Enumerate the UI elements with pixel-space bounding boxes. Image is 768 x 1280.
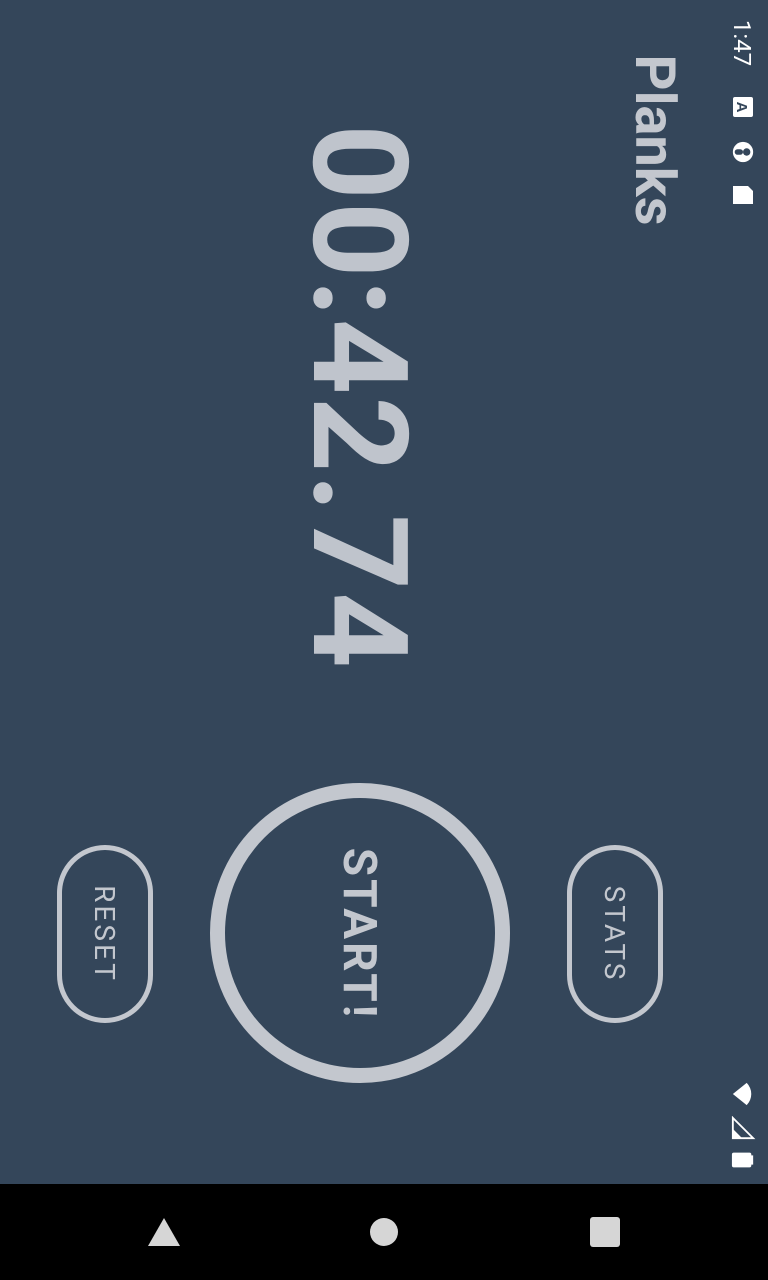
battery-icon	[731, 1148, 755, 1172]
podcast-icon	[731, 140, 755, 164]
timer-display: 00:42.74	[281, 124, 435, 670]
sd-card-icon	[731, 183, 755, 207]
signal-icon	[731, 1116, 756, 1140]
navigation-bar	[0, 1184, 768, 1280]
back-button[interactable]	[116, 1184, 212, 1280]
home-button[interactable]	[336, 1184, 432, 1280]
reset-button-label[interactable]: RESET	[88, 869, 122, 999]
home-circle-icon	[370, 1218, 398, 1246]
start-button-label[interactable]: START!	[332, 834, 386, 1034]
wifi-icon	[731, 1082, 755, 1106]
svg-text:A: A	[733, 102, 750, 113]
recents-square-icon	[590, 1217, 620, 1247]
back-triangle-icon	[148, 1218, 180, 1246]
recents-button[interactable]	[557, 1184, 653, 1280]
text-a-icon: A	[731, 95, 755, 119]
stats-button-label[interactable]: STATS	[598, 869, 632, 999]
app-screen: 1:47 A Planks 00:42.74 START! RESET STAT…	[0, 0, 768, 1280]
app-title: Planks	[622, 54, 688, 226]
status-time: 1:47	[728, 19, 756, 67]
